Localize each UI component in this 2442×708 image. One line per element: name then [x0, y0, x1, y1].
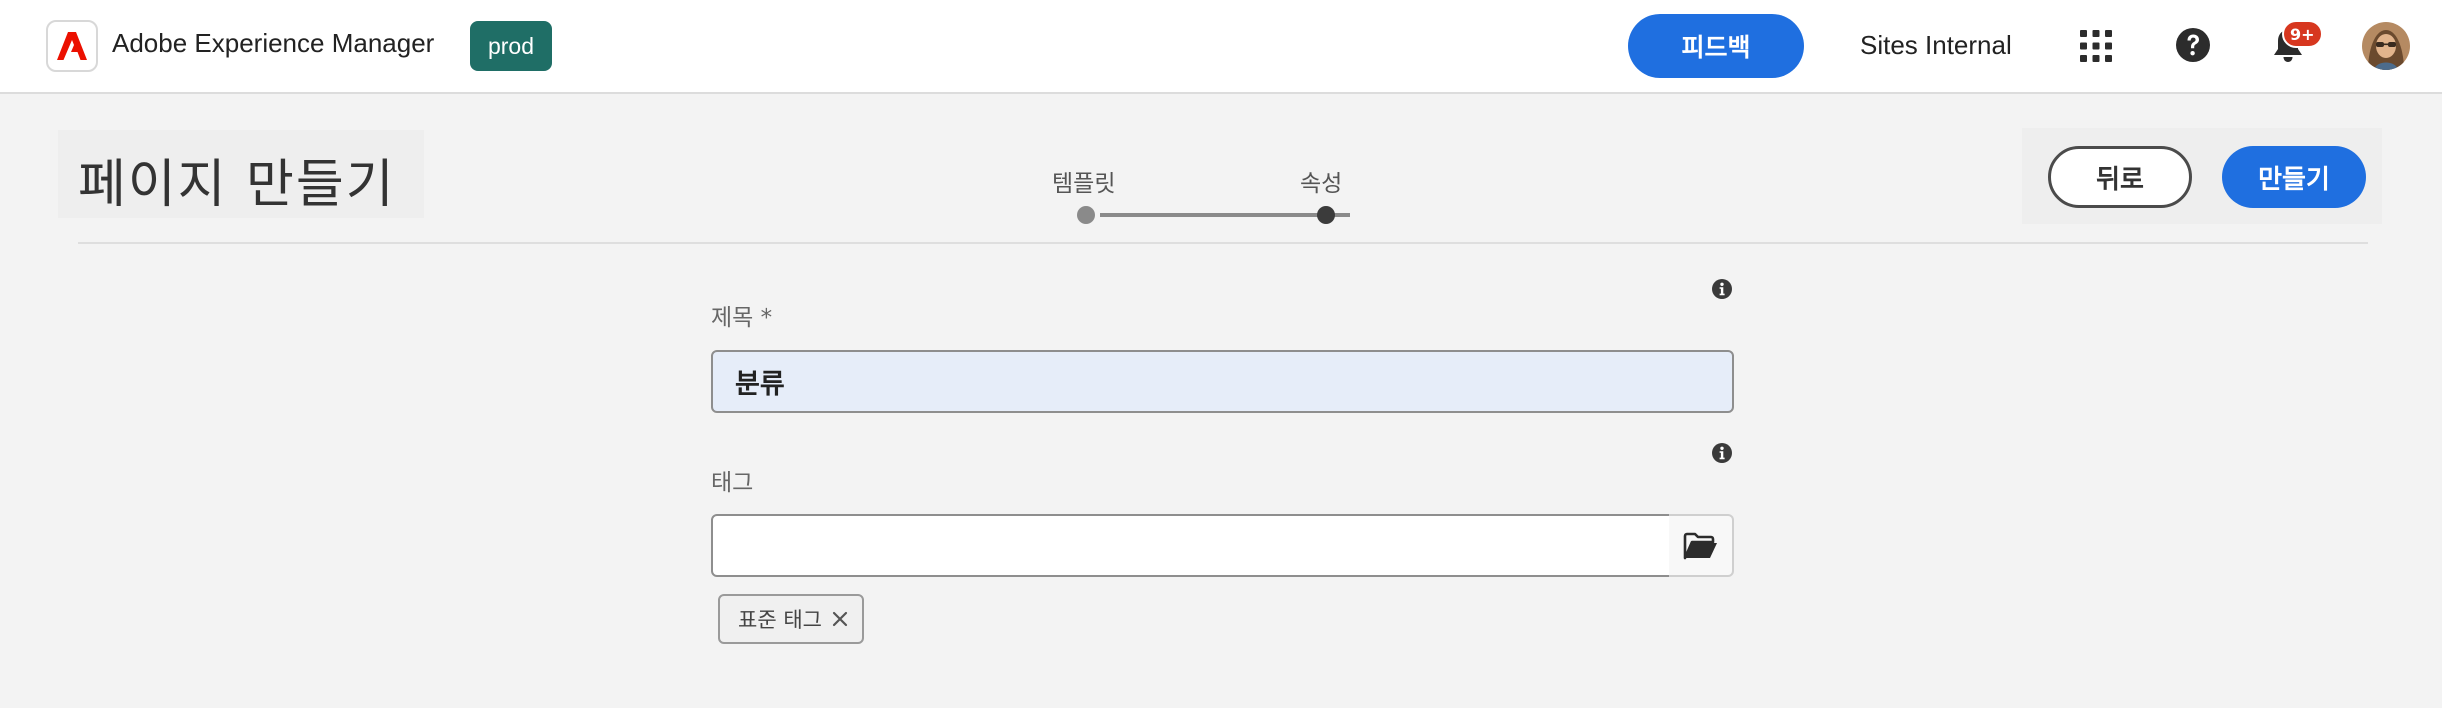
tag-chip: 표준 태그: [718, 594, 864, 644]
adobe-logo-icon[interactable]: [46, 20, 98, 72]
page-title-area: 페이지 만들기: [58, 130, 424, 218]
feedback-button[interactable]: 피드백: [1628, 14, 1804, 78]
organization-switcher[interactable]: Sites Internal: [1860, 30, 2012, 61]
top-bar: Adobe Experience Manager prod 피드백 Sites …: [0, 0, 2442, 94]
tag-chip-label: 표준 태그: [738, 608, 822, 632]
environment-badge: prod: [470, 21, 552, 71]
tag-chip-remove-icon[interactable]: [832, 611, 848, 627]
wizard-step-template-dot: [1077, 206, 1095, 224]
back-button[interactable]: 뒤로: [2048, 146, 2192, 208]
wizard-step-properties-label: 속성: [1300, 171, 1343, 197]
wizard-step-template-label: 템플릿: [1052, 171, 1116, 197]
app-title[interactable]: Adobe Experience Manager: [112, 28, 434, 59]
tags-browse-button[interactable]: [1669, 514, 1734, 577]
page-actions: 뒤로 만들기: [2022, 128, 2382, 224]
help-icon[interactable]: [2174, 26, 2212, 64]
page-title: 페이지 만들기: [78, 155, 396, 215]
notification-count-badge: 9+: [2282, 20, 2323, 48]
folder-open-icon: [1683, 532, 1717, 559]
wizard-progress-line: [1100, 213, 1350, 217]
wizard-steps: 템플릿 속성: [1040, 160, 1360, 230]
tags-input[interactable]: [711, 514, 1671, 577]
adobe-logo-glyph: [57, 32, 87, 60]
tags-field-label: 태그: [711, 470, 754, 496]
apps-grid-icon[interactable]: [2078, 28, 2114, 64]
title-input[interactable]: 분류: [711, 350, 1734, 413]
wizard-step-properties-dot: [1317, 206, 1335, 224]
title-field-label: 제목 *: [711, 305, 773, 331]
tags-info-icon[interactable]: [1711, 442, 1733, 464]
title-info-icon[interactable]: [1711, 278, 1733, 300]
header-divider: [78, 242, 2368, 244]
create-button[interactable]: 만들기: [2222, 146, 2366, 208]
user-avatar[interactable]: [2362, 22, 2410, 70]
